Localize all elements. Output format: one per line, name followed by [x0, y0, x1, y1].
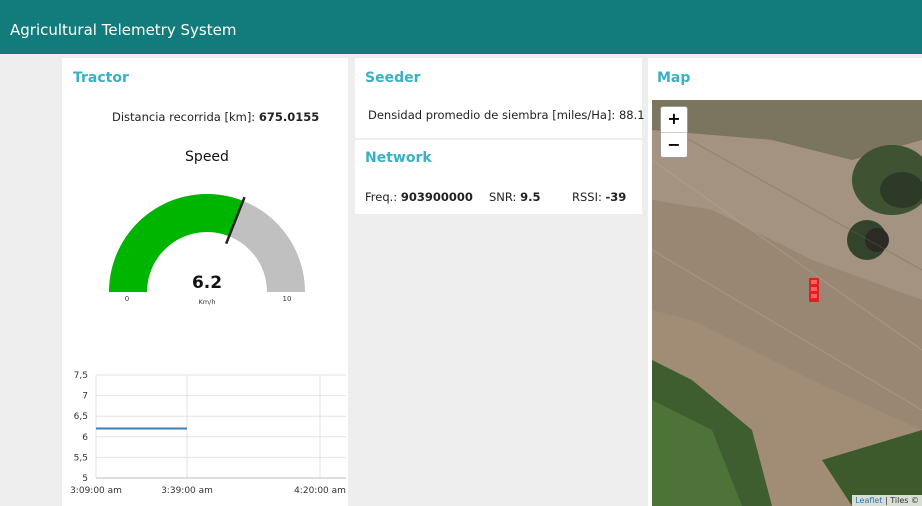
- zoom-out-button[interactable]: −: [661, 133, 687, 158]
- leaflet-link[interactable]: Leaflet: [855, 496, 882, 505]
- density-readout: Densidad promedio de siembra [miles/Ha]:…: [368, 108, 645, 122]
- satellite-imagery: [652, 100, 922, 506]
- rssi-value: -39: [605, 190, 627, 204]
- speed-gauge: Speed 6.2 Km/h 0 10: [109, 149, 305, 306]
- zoom-in-button[interactable]: +: [661, 107, 687, 133]
- tractor-marker-icon[interactable]: [808, 277, 820, 303]
- tractor-title: Tractor: [73, 70, 129, 86]
- map-zoom-control: + −: [660, 106, 688, 158]
- app-header: Agricultural Telemetry System: [0, 0, 922, 54]
- map-view[interactable]: Leaflet | Tiles ©: [652, 100, 922, 506]
- gauge-value: 6.2: [192, 273, 222, 293]
- chart-x-tick-label: 4:20:00 am: [294, 486, 346, 496]
- chart-y-tick-label: 7,5: [74, 371, 88, 381]
- rssi-label: RSSI:: [572, 190, 602, 204]
- chart-y-tick-label: 6,5: [74, 412, 88, 422]
- gauge-units: Km/h: [199, 298, 216, 306]
- network-title: Network: [365, 150, 432, 166]
- freq-value: 903900000: [400, 190, 473, 204]
- gauge-title: Speed: [185, 149, 229, 165]
- distance-value: 675.0155: [258, 110, 320, 124]
- chart-x-tick-label: 3:09:00 am: [70, 486, 122, 496]
- gauge-fill: [109, 194, 244, 292]
- density-value: 88.1: [618, 108, 645, 122]
- chart-y-tick-label: 5,5: [74, 453, 88, 463]
- rssi-readout: RSSI: -39: [572, 190, 626, 204]
- distance-readout: Distancia recorrida [km]: 675.0155: [112, 110, 319, 124]
- chart-y-tick-label: 7: [82, 392, 88, 402]
- map-attribution: Leaflet | Tiles ©: [852, 495, 922, 506]
- freq-readout: Freq.: 903900000: [365, 190, 473, 204]
- app-title: Agricultural Telemetry System: [10, 21, 237, 39]
- map-title: Map: [657, 70, 691, 86]
- gauge-min-label: 0: [125, 295, 129, 303]
- speed-chart: 7,5 7 6,5 6 5,5 5 3:09:00 am 3:39:00 am 4:20:00 …: [70, 371, 346, 496]
- gauge-max-label: 10: [283, 295, 292, 303]
- seeder-title: Seeder: [365, 70, 421, 86]
- snr-value: 9.5: [520, 190, 541, 204]
- chart-y-tick-label: 6: [82, 433, 88, 443]
- snr-label: SNR:: [489, 190, 517, 204]
- tiles-attribution: | Tiles ©: [885, 496, 919, 505]
- chart-x-tick-label: 3:39:00 am: [161, 486, 213, 496]
- distance-label: Distancia recorrida [km]:: [112, 110, 256, 124]
- density-label: Densidad promedio de siembra [miles/Ha]:: [368, 108, 616, 122]
- freq-label: Freq.:: [365, 190, 398, 204]
- chart-y-tick-label: 5: [82, 474, 88, 484]
- snr-readout: SNR: 9.5: [489, 190, 540, 204]
